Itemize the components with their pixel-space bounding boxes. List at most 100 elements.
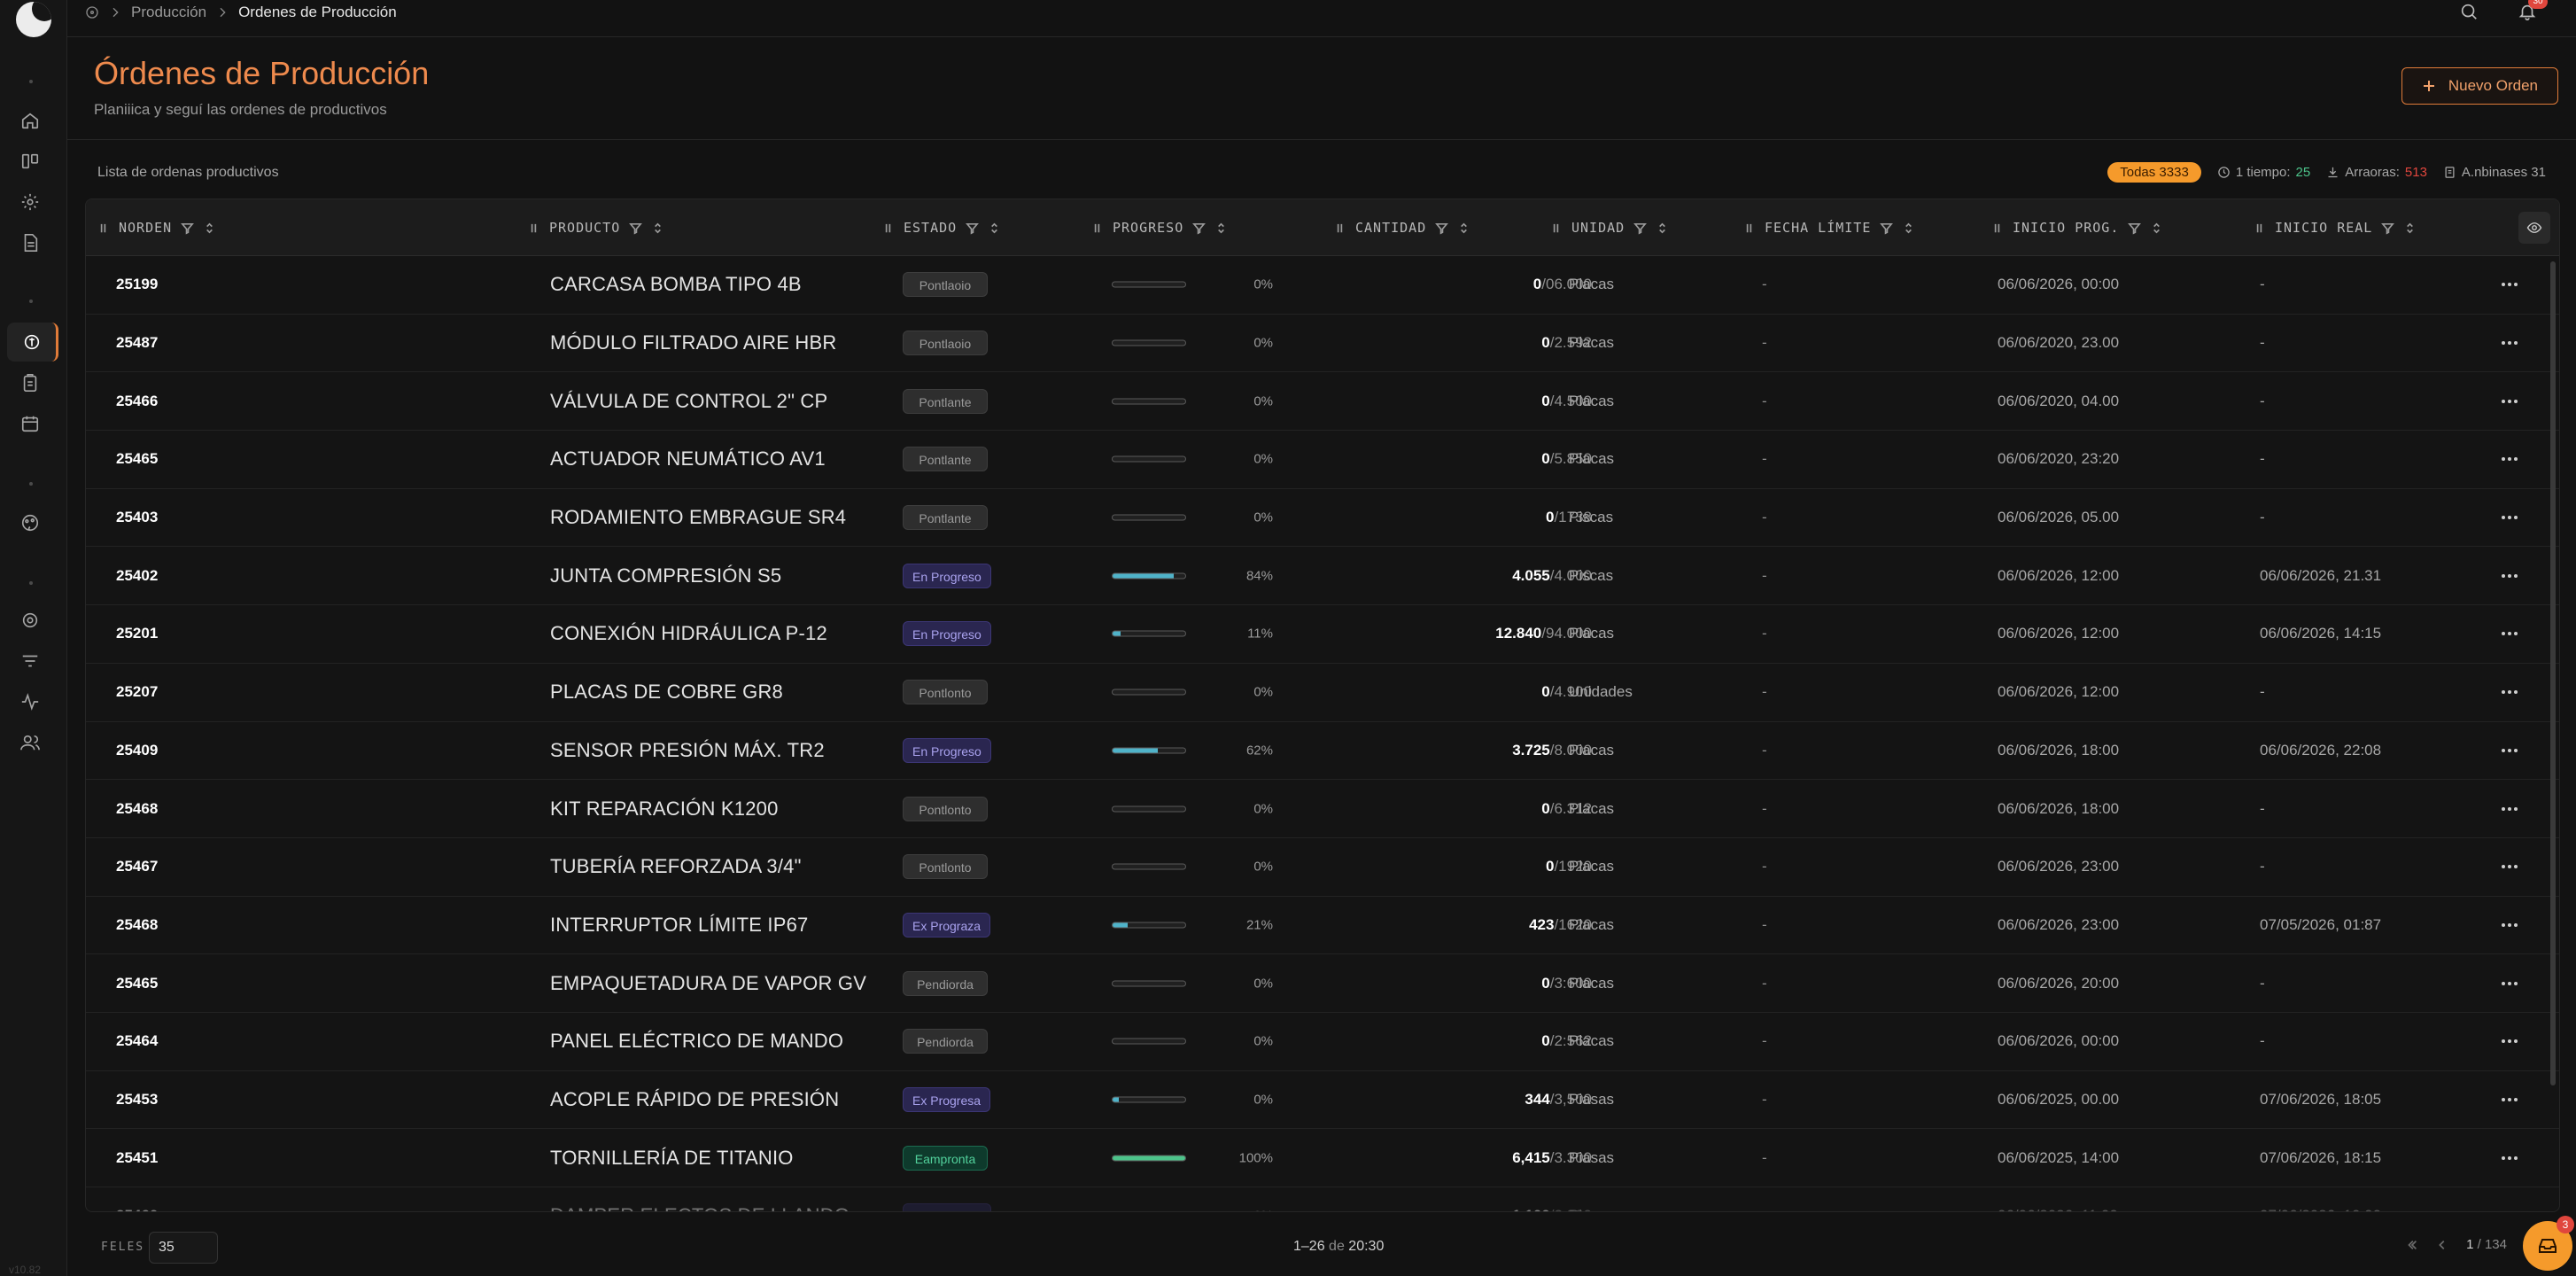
col-planned-start[interactable]: INICIO PROG. xyxy=(1990,199,2163,256)
col-state[interactable]: ESTADO xyxy=(881,199,1001,256)
row-actions-button[interactable] xyxy=(2497,331,2522,355)
stat-delayed[interactable]: Arraoras: 513 xyxy=(2326,165,2427,180)
prev-page-icon[interactable] xyxy=(2436,1239,2448,1251)
col-quantity[interactable]: CANTIDAD xyxy=(1333,199,1470,256)
table-row[interactable]: 25468 INTERRUPTOR LÍMITE IP67 Ex Prograza 2… xyxy=(86,897,2559,955)
table-row[interactable]: 25487 MÓDULO FILTRADO AIRE HBR Pontlaoio 0%… xyxy=(86,315,2559,373)
row-actions-button[interactable] xyxy=(2497,621,2522,646)
table-row[interactable]: 25464 PANEL ELÉCTRICO DE MANDO Pendiorda 0%… xyxy=(86,1013,2559,1071)
drag-handle-icon[interactable] xyxy=(97,222,110,235)
filter-icon[interactable] xyxy=(629,222,643,235)
table-row[interactable]: 25451 TORNILLERÍA DE TITANIO Eampronta 100%… xyxy=(86,1129,2559,1187)
breadcrumb-parent[interactable]: Producción xyxy=(131,4,206,21)
drag-handle-icon[interactable] xyxy=(1090,222,1104,235)
drag-handle-icon[interactable] xyxy=(527,222,540,235)
table-row[interactable]: 25465 EMPAQUETADURA DE VAPOR GV Pendiorda 0… xyxy=(86,954,2559,1013)
order-number[interactable]: 25409 xyxy=(116,742,158,759)
row-actions-button[interactable] xyxy=(2497,447,2522,471)
sort-icon[interactable] xyxy=(1656,222,1669,235)
stat-ontime[interactable]: 1 tiempo: 25 xyxy=(2217,165,2310,180)
table-row[interactable]: 25466 VÁLVULA DE CONTROL 2" CP Pontlante 0%… xyxy=(86,372,2559,432)
order-number[interactable]: 25201 xyxy=(116,625,158,642)
row-actions-button[interactable] xyxy=(2497,272,2522,297)
table-row[interactable]: 25453 ACOPLE RÁPIDO DE PRESIÓN Ex Progresa… xyxy=(86,1071,2559,1130)
filter-lines-icon[interactable] xyxy=(18,649,43,673)
kanban-icon[interactable] xyxy=(18,149,43,174)
table-row[interactable]: 25409 SENSOR PRESIÓN MÁX. TR2 En Progreso 6… xyxy=(86,722,2559,781)
order-number[interactable]: 25465 xyxy=(116,450,158,468)
row-actions-button[interactable] xyxy=(2497,971,2522,996)
users-icon[interactable] xyxy=(18,730,43,755)
stat-finished[interactable]: A.nbinases 31 xyxy=(2443,165,2546,180)
table-row[interactable]: 25465 ACTUADOR NEUMÁTICO AV1 Pontlante 0% 0/… xyxy=(86,431,2559,489)
filter-all-pill[interactable]: Todas 3333 xyxy=(2107,162,2201,183)
order-number[interactable]: 25460 xyxy=(116,1207,158,1211)
table-scrollbar[interactable] xyxy=(2550,261,2556,1085)
drag-handle-icon[interactable] xyxy=(2253,222,2266,235)
order-number[interactable]: 25467 xyxy=(116,858,158,875)
sort-icon[interactable] xyxy=(2403,222,2417,235)
search-button[interactable] xyxy=(2459,2,2479,26)
drag-handle-icon[interactable] xyxy=(1990,222,2004,235)
drag-handle-icon[interactable] xyxy=(1549,222,1563,235)
order-number[interactable]: 25468 xyxy=(116,800,158,818)
filter-icon[interactable] xyxy=(2381,222,2395,235)
col-progress[interactable]: PROGRESO xyxy=(1090,199,1228,256)
row-actions-button[interactable] xyxy=(2497,505,2522,530)
order-number[interactable]: 25466 xyxy=(116,393,158,410)
sort-icon[interactable] xyxy=(651,222,664,235)
new-order-button[interactable]: Nuevo Orden xyxy=(2401,67,2558,105)
filter-icon[interactable] xyxy=(1880,222,1894,235)
filter-icon[interactable] xyxy=(1192,222,1207,235)
column-visibility-button[interactable] xyxy=(2518,212,2550,244)
first-page-icon[interactable] xyxy=(2406,1239,2418,1251)
table-row[interactable]: 25460 DAMPER ELECTOS DE LLANDO En Progreso… xyxy=(86,1187,2559,1211)
drag-handle-icon[interactable] xyxy=(1333,222,1346,235)
activity-icon[interactable] xyxy=(18,689,43,714)
cog-icon[interactable] xyxy=(18,608,43,633)
row-actions-button[interactable] xyxy=(2497,854,2522,879)
sort-icon[interactable] xyxy=(203,222,216,235)
palette-icon[interactable] xyxy=(18,510,43,535)
order-number[interactable]: 25468 xyxy=(116,916,158,934)
sort-icon[interactable] xyxy=(988,222,1001,235)
drag-handle-icon[interactable] xyxy=(1742,222,1756,235)
col-order[interactable]: NORDEN xyxy=(97,199,216,256)
filter-icon[interactable] xyxy=(1633,222,1648,235)
col-unit[interactable]: UNIDAD xyxy=(1549,199,1669,256)
document-icon[interactable] xyxy=(18,230,43,255)
table-row[interactable]: 25207 PLACAS DE COBRE GR8 Pontlonto 0% 0/4.9… xyxy=(86,664,2559,722)
col-actual-start[interactable]: INICIO REAL xyxy=(2253,199,2417,256)
row-actions-button[interactable] xyxy=(2497,389,2522,414)
order-number[interactable]: 25207 xyxy=(116,683,158,701)
sort-icon[interactable] xyxy=(1214,222,1228,235)
rows-per-page-input[interactable] xyxy=(149,1232,218,1264)
row-actions-button[interactable] xyxy=(2497,1146,2522,1171)
sort-icon[interactable] xyxy=(1457,222,1470,235)
row-actions-button[interactable] xyxy=(2497,738,2522,763)
table-row[interactable]: 25467 TUBERÍA REFORZADA 3/4" Pontlonto 0% 0/… xyxy=(86,838,2559,897)
sort-icon[interactable] xyxy=(2150,222,2163,235)
row-actions-button[interactable] xyxy=(2497,1029,2522,1054)
table-row[interactable]: 25468 KIT REPARACIÓN K1200 Pontlonto 0% 0/6.… xyxy=(86,780,2559,838)
filter-icon[interactable] xyxy=(2128,222,2142,235)
filter-icon[interactable] xyxy=(1435,222,1449,235)
table-row[interactable]: 25199 CARCASA BOMBA TIPO 4B Pontlaoio 0% 0/0… xyxy=(86,256,2559,315)
order-number[interactable]: 25199 xyxy=(116,276,158,293)
col-product[interactable]: PRODUCTO xyxy=(527,199,664,256)
row-actions-button[interactable] xyxy=(2497,797,2522,821)
filter-icon[interactable] xyxy=(966,222,980,235)
row-actions-button[interactable] xyxy=(2497,1203,2522,1211)
table-row[interactable]: 25402 JUNTA COMPRESIÓN S5 En Progreso 84% 4.… xyxy=(86,547,2559,606)
table-row[interactable]: 25201 CONEXIÓN HIDRÁULICA P-12 En Progreso… xyxy=(86,605,2559,664)
sort-icon[interactable] xyxy=(1902,222,1915,235)
order-number[interactable]: 25451 xyxy=(116,1149,158,1167)
settings-gear-icon[interactable] xyxy=(18,190,43,214)
row-actions-button[interactable] xyxy=(2497,564,2522,588)
clipboard-icon[interactable] xyxy=(18,370,43,395)
order-number[interactable]: 25465 xyxy=(116,975,158,992)
production-icon[interactable] xyxy=(7,323,58,362)
app-logo[interactable] xyxy=(16,2,51,37)
home-crumb-icon[interactable] xyxy=(85,5,99,19)
order-number[interactable]: 25464 xyxy=(116,1032,158,1050)
